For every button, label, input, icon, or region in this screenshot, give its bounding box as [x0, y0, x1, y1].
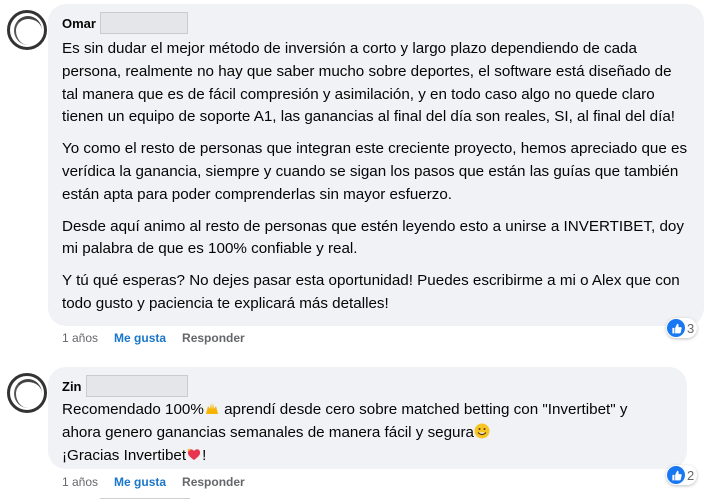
comment-actions: 1 años Me gusta Responder	[62, 475, 245, 489]
reaction-summary[interactable]: 3	[666, 318, 698, 338]
comment-line: ahora genero ganancias semanales de mane…	[62, 422, 673, 445]
comment-author[interactable]: Zin	[62, 375, 673, 397]
reaction-summary[interactable]: 2	[666, 465, 698, 485]
reply-button[interactable]: Responder	[182, 475, 245, 489]
comment-paragraph: Yo como el resto de personas que integra…	[62, 140, 688, 203]
divider	[100, 498, 190, 499]
sparkling-heart-emoji-icon	[186, 446, 202, 462]
thumbs-up-icon	[667, 319, 685, 337]
reaction-count: 2	[687, 467, 695, 483]
comment-text-span: Recomendado 100%	[62, 401, 204, 418]
smiling-face-emoji-icon	[474, 423, 490, 439]
comment-bubble: Zin Recomendado 100% aprendí desde cero …	[48, 367, 687, 469]
reply-button[interactable]: Responder	[182, 331, 245, 345]
thumbs-up-icon	[667, 466, 685, 484]
author-name[interactable]: Omar	[62, 16, 96, 31]
comment-line: ¡Gracias Invertibet!	[62, 445, 673, 468]
comment-text-span: aprendí desde cero sobre matched betting…	[219, 401, 628, 418]
comment-paragraph: Desde aquí animo al resto de personas qu…	[62, 217, 684, 258]
like-button[interactable]: Me gusta	[114, 475, 166, 489]
comment-text: Es sin dudar el mejor método de inversió…	[62, 38, 690, 316]
comment-text: Recomendado 100% aprendí desde cero sobr…	[62, 399, 673, 467]
reaction-count: 3	[687, 320, 695, 336]
comment-time[interactable]: 1 años	[62, 475, 98, 489]
comment-time[interactable]: 1 años	[62, 331, 98, 345]
comment-author[interactable]: Omar	[62, 12, 690, 34]
redacted-name	[85, 375, 188, 397]
author-name[interactable]: Zin	[62, 379, 82, 394]
comment-paragraph: Es sin dudar el mejor método de inversió…	[62, 40, 675, 126]
redacted-name	[99, 12, 188, 34]
comment-text-span: ¡Gracias Invertibet	[62, 446, 187, 464]
comment-line: Recomendado 100% aprendí desde cero sobr…	[62, 399, 673, 422]
like-button[interactable]: Me gusta	[114, 331, 166, 345]
raising-hands-emoji-icon	[204, 400, 220, 416]
avatar[interactable]	[7, 10, 47, 50]
comment-paragraph: Y tú qué esperas? No dejes pasar esta op…	[62, 272, 680, 312]
comment-bubble: Omar Es sin dudar el mejor método de inv…	[48, 4, 704, 326]
avatar[interactable]	[7, 373, 47, 413]
comment-text-span: ahora genero ganancias semanales de mane…	[62, 423, 475, 441]
comment-text-span: !	[202, 446, 207, 464]
comment-actions: 1 años Me gusta Responder	[62, 331, 245, 345]
